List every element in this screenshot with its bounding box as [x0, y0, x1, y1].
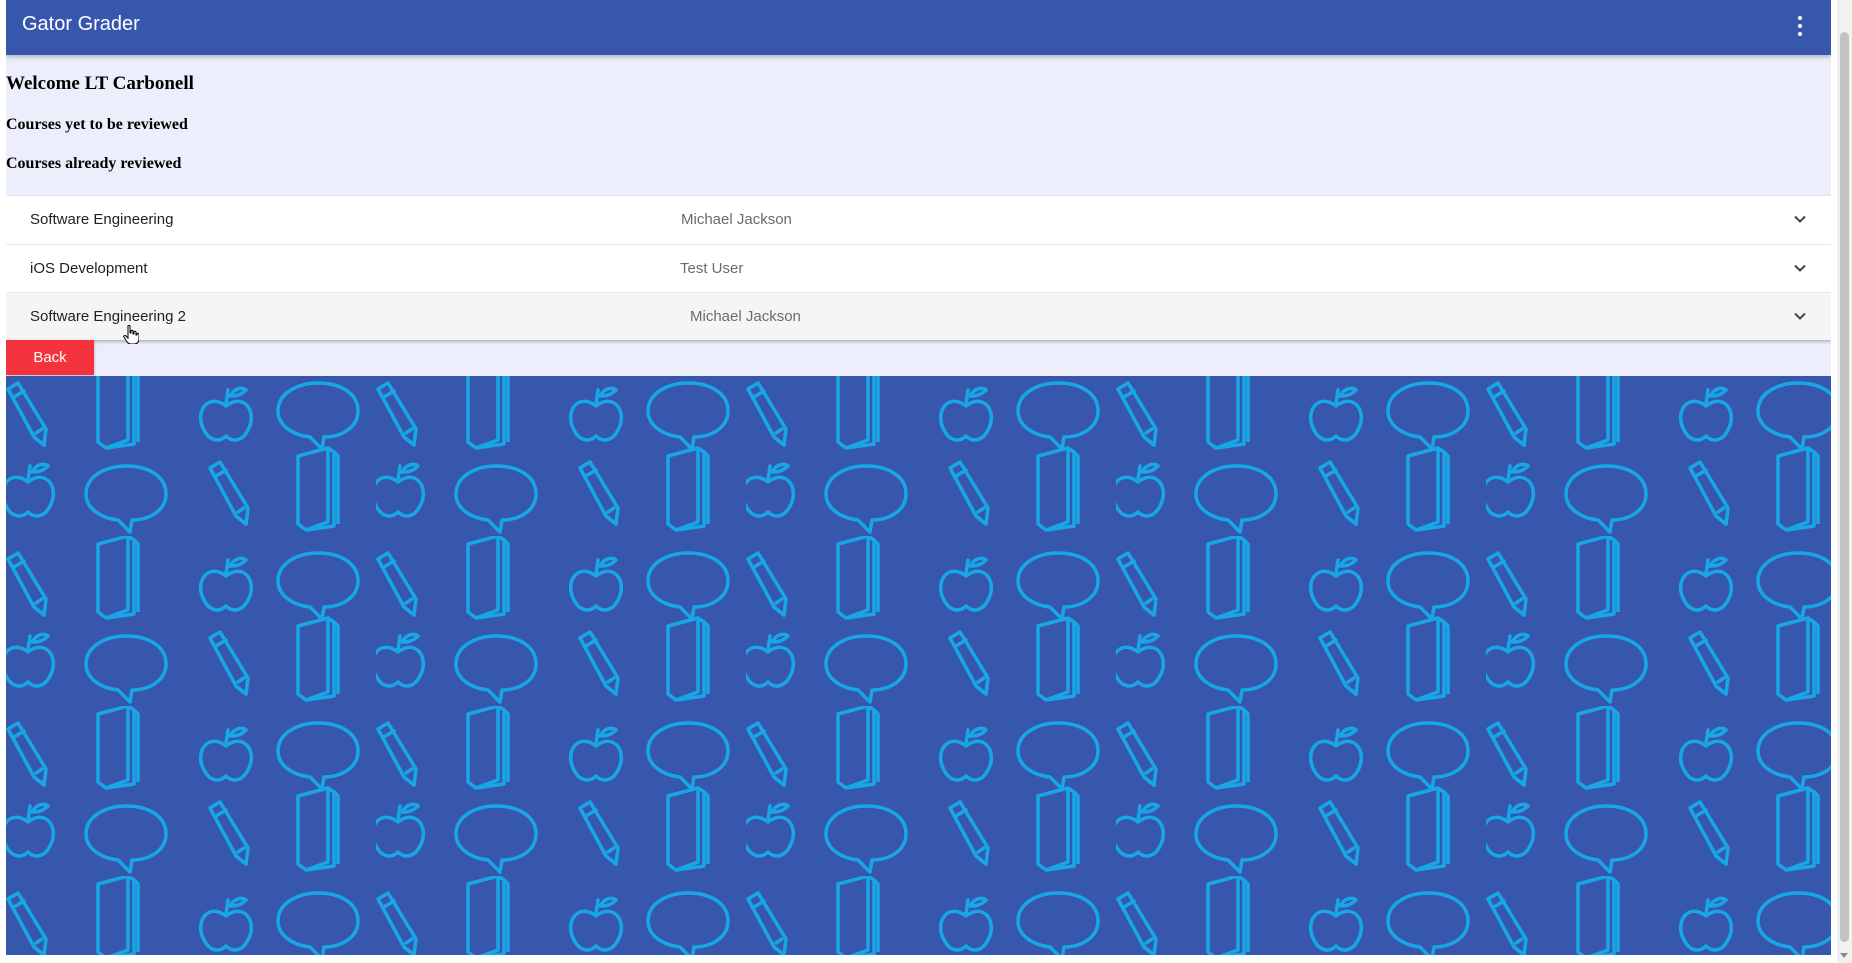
course-instructor: Test User	[680, 260, 744, 277]
scroll-down-arrow-icon[interactable]	[1840, 953, 1848, 958]
app-title: Gator Grader	[22, 13, 140, 35]
course-title: Software Engineering 2	[30, 308, 186, 325]
course-panel[interactable]: Software Engineering 2 Michael Jackson	[6, 292, 1831, 340]
course-title: iOS Development	[30, 260, 148, 277]
page-bottom-margin	[0, 955, 1837, 963]
course-title: Software Engineering	[30, 211, 174, 228]
scrollbar-thumb[interactable]	[1840, 32, 1849, 942]
chevron-down-icon[interactable]	[1793, 212, 1807, 226]
top-toolbar: Gator Grader	[6, 0, 1831, 55]
pending-courses-heading: Courses yet to be reviewed	[6, 116, 188, 133]
chevron-down-icon[interactable]	[1793, 261, 1807, 275]
chevron-down-icon[interactable]	[1793, 309, 1807, 323]
app-container: Gator Grader Welcome LT Carbonell Course…	[6, 0, 1831, 955]
vertical-scrollbar[interactable]	[1837, 0, 1852, 963]
more-vert-icon[interactable]	[1795, 14, 1805, 38]
course-instructor: Michael Jackson	[690, 308, 801, 325]
course-panel[interactable]: Software Engineering Michael Jackson	[6, 196, 1831, 244]
background-pattern	[6, 376, 1831, 955]
reviewed-courses-list: Software Engineering Michael Jackson iOS…	[6, 196, 1831, 340]
course-panel[interactable]: iOS Development Test User	[6, 244, 1831, 292]
welcome-heading: Welcome LT Carbonell	[6, 73, 194, 94]
back-button[interactable]: Back	[6, 340, 94, 375]
course-instructor: Michael Jackson	[681, 211, 792, 228]
reviewed-courses-heading: Courses already reviewed	[6, 155, 182, 172]
